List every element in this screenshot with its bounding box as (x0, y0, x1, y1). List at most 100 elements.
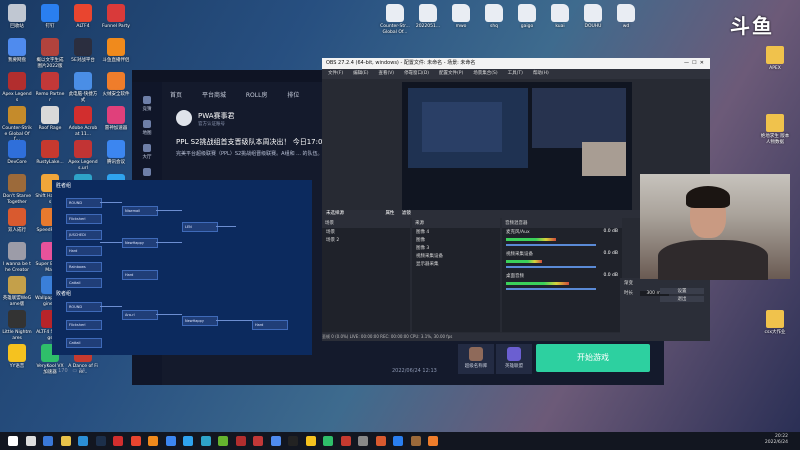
source-item[interactable]: 视频采集设备 (412, 252, 500, 260)
obs-menu-item[interactable]: 查看(V) (378, 71, 394, 76)
source-item[interactable]: 图像 3 (412, 244, 500, 252)
taskbar-app-icon[interactable] (8, 436, 18, 446)
taskbar-app-icon[interactable] (340, 436, 351, 446)
taskbar-app-icon[interactable] (428, 436, 438, 446)
taskbar-app-icon[interactable] (130, 436, 141, 446)
desktop-file-icon[interactable]: kuai (545, 4, 575, 30)
taskbar-app-icon[interactable] (270, 436, 281, 446)
desktop-icon[interactable]: Don't Starve Together (2, 174, 32, 205)
post-title[interactable]: PPL S2挑战组首支晋级队本周决出！ 今日17:00 (176, 137, 327, 147)
super-name-button[interactable]: 超级名称库 (458, 344, 494, 374)
desktop-icon[interactable]: DevCore (2, 140, 32, 166)
desktop-icon[interactable]: ALTF4 (68, 4, 98, 30)
desktop-icon[interactable]: I wanna be the Creator (2, 242, 32, 273)
taskbar-app-icon[interactable] (95, 436, 106, 446)
obs-menu-item[interactable]: 场景集合(S) (473, 71, 497, 76)
like-icon[interactable]: ♡ (52, 368, 56, 374)
tab-roll[interactable]: ROLL房 (246, 92, 268, 99)
taskbar-app-icon[interactable] (218, 436, 228, 446)
desktop-icon[interactable]: Funnel Party (101, 4, 131, 30)
tournament-bracket-image[interactable]: 胜者组 败者组 ROUND Flicksherl JUSCHEDI Hard Rainb… (52, 180, 312, 355)
taskbar-app-icon[interactable] (393, 436, 403, 446)
volume-slider[interactable] (506, 266, 596, 268)
obs-menu-item[interactable]: 停靠窗口(D) (404, 71, 429, 76)
source-item[interactable]: 图像 (412, 236, 500, 244)
desktop-icon[interactable]: 斗鱼直播伴侣 (101, 38, 131, 64)
desktop-icon[interactable]: Counter-Strike Global Off... (2, 106, 32, 143)
desktop-icon[interactable]: 回收站 (2, 4, 32, 30)
desktop-file-icon[interactable]: mwo (446, 4, 476, 30)
desktop-icon[interactable]: YY语音 (2, 344, 32, 370)
taskbar-app-icon[interactable] (200, 436, 211, 446)
desktop-icon[interactable]: 英雄联盟WeGame版 (2, 276, 32, 307)
taskbar-app-icon[interactable] (288, 436, 298, 446)
desktop-file-icon[interactable]: wd (611, 4, 641, 30)
desktop-icon[interactable]: 双人成行 (2, 208, 32, 234)
desktop-folder-icon[interactable]: csx大作业 (760, 310, 790, 336)
desktop-icon[interactable]: RustyLake... (35, 140, 65, 166)
comment-icon[interactable]: ▭ (72, 368, 77, 374)
tab-rank[interactable]: 排位 (287, 92, 299, 99)
source-item[interactable]: 图像 4 (412, 228, 500, 236)
desktop-file-icon[interactable]: gaigo (512, 4, 542, 30)
scene-item[interactable]: 场景 (322, 228, 410, 236)
taskbar-app-icon[interactable] (235, 436, 246, 446)
desktop-icon[interactable]: Roof Rage (35, 106, 65, 132)
post-author[interactable]: PWA赛事君 (198, 111, 235, 121)
taskbar-app-icon[interactable] (113, 436, 123, 446)
taskbar-app-icon[interactable] (25, 436, 36, 446)
filters-button[interactable]: 滤镜 (402, 211, 411, 216)
desktop-icon[interactable]: 钉钉 (35, 4, 65, 30)
scene-item[interactable]: 场景 2 (322, 236, 410, 244)
taskbar-app-icon[interactable] (43, 436, 53, 446)
tab-store[interactable]: 平台商城 (202, 92, 226, 99)
volume-slider[interactable] (506, 288, 596, 290)
source-item[interactable]: 显示器采集 (412, 260, 500, 268)
volume-slider[interactable] (506, 244, 596, 246)
desktop-icon[interactable]: 火绒安全软件 (101, 72, 131, 98)
taskbar-app-icon[interactable] (358, 436, 368, 446)
window-controls[interactable]: — ☐ ✕ (684, 58, 704, 69)
desktop-file-icon[interactable]: 2022051... (413, 4, 443, 30)
desktop-icon[interactable]: 腾讯会议 (101, 140, 131, 166)
taskbar-app-icon[interactable] (165, 436, 176, 446)
taskbar-app-icon[interactable] (323, 436, 333, 446)
sidebar-item[interactable]: 竞猜 (136, 96, 158, 112)
avatar[interactable] (176, 110, 192, 126)
taskbar-clock[interactable]: 20:22 2022/6/24 (765, 434, 788, 446)
taskbar-app-icon[interactable] (60, 436, 71, 446)
desktop-icon[interactable]: 此电脑-快捷方式 (68, 72, 98, 103)
desktop-icon[interactable]: Little Nightmares (2, 310, 32, 341)
desktop-folder-icon[interactable]: APEX (760, 46, 790, 72)
desktop-icon[interactable]: 我要网盘 (2, 38, 32, 64)
settings-button[interactable]: 设置 (660, 288, 704, 294)
taskbar-app-icon[interactable] (78, 436, 88, 446)
obs-menu-item[interactable]: 帮助(H) (533, 71, 549, 76)
obs-menu-item[interactable]: 编辑(E) (353, 71, 368, 76)
taskbar-app-icon[interactable] (148, 436, 158, 446)
desktop-icon[interactable]: Adobe Acrobat 11... (68, 106, 98, 137)
desktop-icon[interactable]: Apex Legends.url (68, 140, 98, 171)
exit-button[interactable]: 退出 (660, 296, 704, 302)
sidebar-item[interactable] (136, 168, 158, 178)
obs-menu-item[interactable]: 工具(T) (508, 71, 523, 76)
taskbar-app-icon[interactable] (375, 436, 386, 446)
sidebar-item[interactable]: 地图 (136, 120, 158, 136)
properties-button[interactable]: 属性 (385, 211, 394, 216)
tab-home[interactable]: 首页 (170, 92, 182, 99)
league-button[interactable]: 英雄联盟 (496, 344, 532, 374)
taskbar-app-icon[interactable] (410, 436, 421, 446)
obs-menu-item[interactable]: 配置文件(P) (439, 71, 463, 76)
desktop-folder-icon[interactable]: 绝地求生 版本人物数据 (760, 114, 790, 145)
desktop-file-icon[interactable]: DOUHU (578, 4, 608, 30)
start-game-button[interactable]: 开始游戏 (536, 344, 650, 372)
obs-menu-item[interactable]: 文件(F) (328, 71, 343, 76)
desktop-file-icon[interactable]: shq (479, 4, 509, 30)
taskbar-app-icon[interactable] (183, 436, 193, 446)
desktop-icon[interactable]: 概以文字生成图片2022版 (35, 38, 65, 69)
desktop-icon[interactable]: Remo Partner (35, 72, 65, 103)
taskbar-app-icon[interactable] (253, 436, 263, 446)
desktop-icon[interactable]: 雷神加速器 (101, 106, 131, 132)
taskbar-app-icon[interactable] (305, 436, 316, 446)
obs-preview[interactable] (402, 82, 632, 210)
